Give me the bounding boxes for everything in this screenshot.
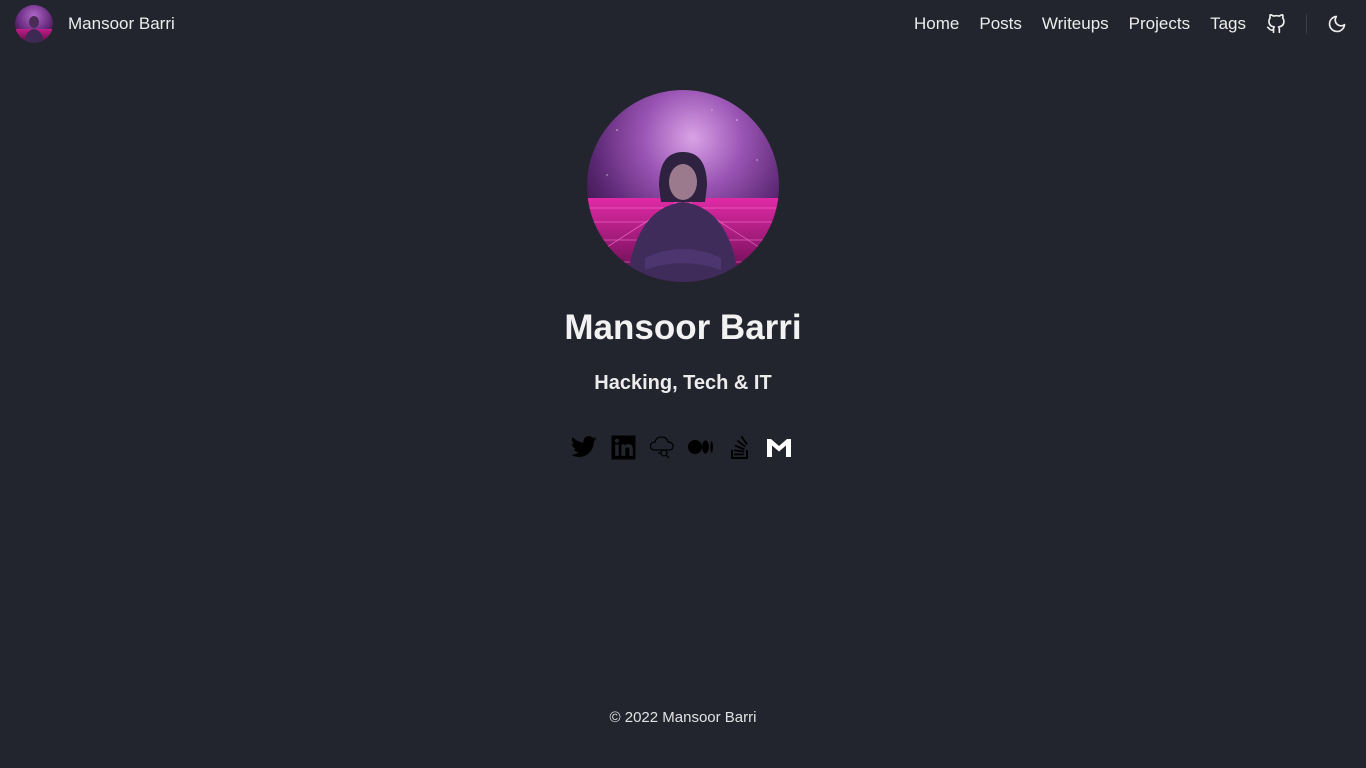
nav-home[interactable]: Home (914, 14, 959, 34)
gmail-icon[interactable] (766, 434, 792, 460)
page: Mansoor Barri Home Posts Writeups Projec… (0, 0, 1366, 768)
brand-avatar (15, 5, 53, 43)
medium-icon[interactable] (688, 434, 714, 460)
github-icon[interactable] (1266, 14, 1286, 34)
stackoverflow-icon[interactable] (727, 434, 753, 460)
nav-writeups[interactable]: Writeups (1042, 14, 1109, 34)
footer-copyright: © 2022 Mansoor Barri (609, 709, 757, 726)
moon-icon[interactable] (1327, 14, 1347, 34)
profile-name: Mansoor Barri (564, 308, 802, 347)
twitter-icon[interactable] (571, 434, 597, 460)
nav-projects[interactable]: Projects (1129, 14, 1190, 34)
social-links (571, 434, 792, 460)
profile-avatar (587, 90, 779, 282)
site-footer: © 2022 Mansoor Barri (0, 709, 1366, 726)
nav-posts[interactable]: Posts (979, 14, 1022, 34)
main-nav: Home Posts Writeups Projects Tags (914, 0, 1366, 48)
brand-name: Mansoor Barri (68, 14, 175, 33)
linkedin-icon[interactable] (610, 434, 636, 460)
profile-tagline: Hacking, Tech & IT (594, 372, 772, 394)
cloud-icon[interactable] (649, 434, 675, 460)
brand-link[interactable]: Mansoor Barri (15, 5, 175, 43)
nav-tags[interactable]: Tags (1210, 14, 1246, 34)
nav-divider (1306, 14, 1307, 34)
site-header: Mansoor Barri Home Posts Writeups Projec… (0, 0, 1366, 48)
